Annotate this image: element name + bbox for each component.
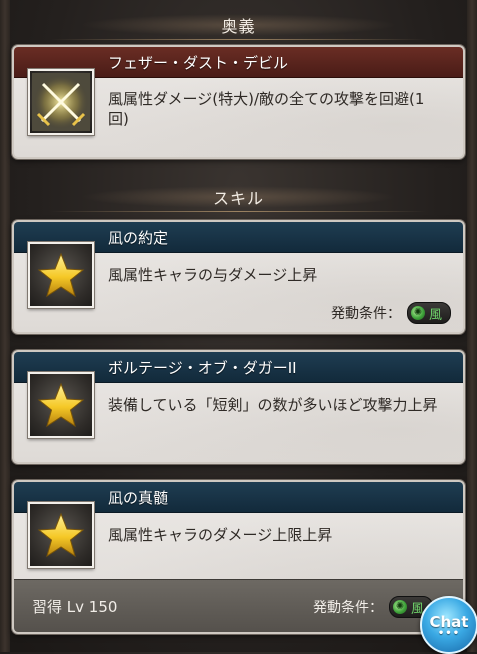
skill-card[interactable]: 凪の真髄 風属性キャラのダメージ上限上昇 習得 Lv 150 発動条件： ✺ 風 <box>12 480 465 634</box>
ougi-name: フェザー・ダスト・デビル <box>108 54 289 72</box>
condition-label: 発動条件： <box>312 600 383 616</box>
skill-name: 凪の真髄 <box>108 489 169 507</box>
wind-icon: ✺ <box>392 600 407 614</box>
skills-section-title: スキル <box>212 189 264 208</box>
skill-card[interactable]: ボルテージ・オブ・ダガーII 装備している「短剣」の数が多いほど攻撃力上昇 <box>12 350 465 464</box>
star-icon <box>28 372 94 438</box>
chat-button[interactable]: Chat ••• <box>420 596 477 654</box>
wind-element-badge: ✺ 風 <box>406 302 451 324</box>
crossed-swords-icon <box>28 69 94 135</box>
skill-footer: 習得 Lv 150 発動条件： ✺ 風 <box>14 579 463 632</box>
chat-dots-icon: ••• <box>437 628 461 639</box>
right-frame-rail <box>467 0 477 652</box>
ougi-section-header: 奥義 <box>10 8 467 42</box>
condition-label: 発動条件： <box>330 306 401 322</box>
ougi-description: 風属性ダメージ(特大)/敵の全ての攻撃を回避(1回) <box>108 90 425 128</box>
left-frame-rail <box>0 0 10 652</box>
activation-condition: 発動条件： ✺ 風 <box>331 302 451 324</box>
star-icon <box>28 242 94 308</box>
skill-description: 風属性キャラのダメージ上限上昇 <box>108 526 333 544</box>
header-divider <box>50 211 427 212</box>
star-icon <box>28 502 94 568</box>
skill-card[interactable]: 凪の約定 風属性キャラの与ダメージ上昇 発動条件： ✺ 風 <box>12 220 465 334</box>
header-divider <box>50 39 427 40</box>
wind-icon: ✺ <box>410 306 425 320</box>
ougi-section-title: 奥義 <box>221 17 256 36</box>
condition-element: 風 <box>428 307 442 323</box>
skill-name: ボルテージ・オブ・ダガーII <box>108 359 297 377</box>
skill-description: 装備している「短剣」の数が多いほど攻撃力上昇 <box>108 396 438 414</box>
activation-condition: 発動条件： ✺ 風 <box>313 596 433 618</box>
skill-name: 凪の約定 <box>108 229 169 247</box>
skills-section-header: スキル <box>10 180 467 214</box>
ougi-card[interactable]: フェザー・ダスト・デビル 風属性ダメージ(特大)/敵の全ての攻撃を回避(1回) <box>12 45 465 159</box>
learn-level: 習得 Lv 150 <box>32 598 118 616</box>
skill-description: 風属性キャラの与ダメージ上昇 <box>108 266 318 284</box>
